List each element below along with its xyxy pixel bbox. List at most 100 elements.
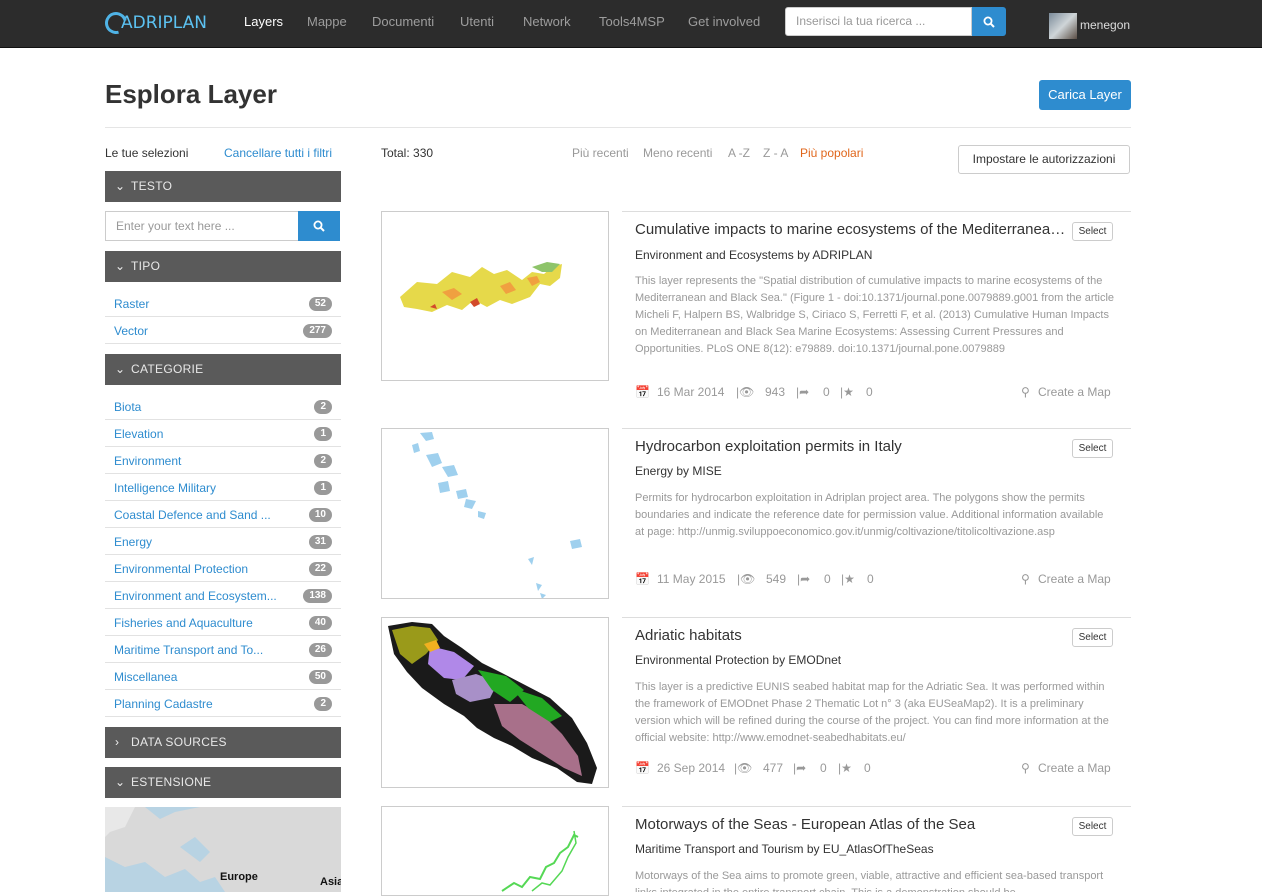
sort-popular[interactable]: Più popolari — [800, 146, 863, 160]
sort-newest[interactable]: Più recenti — [572, 146, 629, 160]
facet-item-category[interactable]: Intelligence Military 1 — [105, 474, 341, 501]
share-icon: |➦ — [796, 385, 810, 399]
layer-thumbnail[interactable] — [381, 806, 609, 896]
nav-get-involved[interactable]: Get involved — [688, 14, 760, 29]
search-input[interactable]: Inserisci la tua ricerca ... — [785, 7, 972, 36]
facet-text-header[interactable]: ⌄ TESTO — [105, 171, 341, 202]
card-divider — [622, 806, 1131, 807]
facet-item-category[interactable]: Fisheries and Aquaculture 40 — [105, 609, 341, 636]
map-label-europe: Europe — [220, 871, 258, 883]
facet-item-category[interactable]: Environmental Protection 22 — [105, 555, 341, 582]
facet-item-category[interactable]: Planning Cadastre 2 — [105, 690, 341, 717]
star-icon: |★ — [841, 572, 855, 586]
nav-utenti[interactable]: Utenti — [460, 14, 494, 29]
layer-shares: 0 — [824, 572, 831, 586]
map-label-asia: Asia — [320, 876, 341, 888]
facet-item-category[interactable]: Environment and Ecosystem... 138 — [105, 582, 341, 609]
select-button[interactable]: Select — [1072, 817, 1113, 836]
clear-filters-link[interactable]: Cancellare tutti i filtri — [224, 146, 332, 160]
facet-category-header[interactable]: ⌄ CATEGORIE — [105, 354, 341, 385]
facet-sources-header[interactable]: › DATA SOURCES — [105, 727, 341, 758]
facet-item-category[interactable]: Elevation 1 — [105, 420, 341, 447]
layer-description: Motorways of the Sea aims to promote gre… — [635, 870, 1104, 892]
facet-item-label: Miscellanea — [114, 670, 178, 684]
selections-label: Le tue selezioni — [105, 146, 189, 160]
layer-rating: 0 — [866, 385, 873, 399]
facet-extent-header[interactable]: ⌄ ESTENSIONE — [105, 767, 341, 798]
facet-item-category[interactable]: Energy 31 — [105, 528, 341, 555]
facet-item-category[interactable]: Environment 2 — [105, 447, 341, 474]
adriplan-logo[interactable]: ADRIPLAN — [100, 7, 207, 39]
layer-rating: 0 — [867, 572, 874, 586]
card-divider — [622, 211, 1131, 212]
nav-documenti[interactable]: Documenti — [372, 14, 434, 29]
nav-tools4msp[interactable]: Tools4MSP — [599, 14, 665, 29]
facet-item-label: Environment and Ecosystem... — [114, 589, 277, 603]
layer-title[interactable]: Motorways of the Seas - European Atlas o… — [635, 816, 1072, 833]
facet-type-header[interactable]: ⌄ TIPO — [105, 251, 341, 282]
layer-thumbnail[interactable] — [381, 617, 609, 788]
nav-layers[interactable]: Layers — [244, 14, 283, 29]
facet-item-label: Energy — [114, 535, 153, 549]
card-divider — [622, 617, 1131, 618]
layer-description: Permits for hydrocarbon exploitation in … — [635, 492, 1104, 538]
map-marker-icon: ⚲ — [1021, 761, 1030, 775]
layer-meta: 📅 16 Mar 2014 |👁 943 |➦ 0 |★ 0 ⚲ Create … — [635, 385, 1115, 401]
layer-meta: 📅 11 May 2015 |👁 549 |➦ 0 |★ 0 ⚲ Create … — [635, 572, 1115, 588]
text-filter-input[interactable]: Enter your text here ... — [105, 211, 299, 241]
map-marker-icon: ⚲ — [1021, 385, 1030, 399]
layer-subtitle: Maritime Transport and Tourism by EU_Atl… — [635, 842, 934, 856]
facet-item-label: Environmental Protection — [114, 562, 249, 576]
layer-views: 477 — [763, 761, 784, 775]
sort-oldest[interactable]: Meno recenti — [643, 146, 712, 160]
count-badge: 2 — [314, 454, 332, 468]
facet-item-category[interactable]: Maritime Transport and To... 26 — [105, 636, 341, 663]
nav-network[interactable]: Network — [523, 14, 571, 29]
chevron-down-icon: ⌄ — [115, 775, 126, 789]
facet-item-category[interactable]: Biota 2 — [105, 393, 341, 420]
facet-item-category[interactable]: Miscellanea 50 — [105, 663, 341, 690]
select-button[interactable]: Select — [1072, 222, 1113, 241]
layer-subtitle: Environmental Protection by EMODnet — [635, 653, 842, 667]
layer-thumbnail[interactable] — [381, 428, 609, 599]
sort-z-a[interactable]: Z - A — [763, 146, 788, 160]
facet-item-vector[interactable]: Vector 277 — [105, 317, 341, 344]
nav-mappe[interactable]: Mappe — [307, 14, 347, 29]
avatar[interactable] — [1049, 13, 1077, 39]
count-badge: 52 — [308, 297, 332, 311]
upload-layer-button[interactable]: Carica Layer — [1039, 80, 1131, 110]
chevron-down-icon: ⌄ — [115, 179, 126, 193]
views-icon: |👁 — [736, 385, 755, 399]
facet-category-label: CATEGORIE — [131, 362, 204, 376]
star-icon: |★ — [840, 385, 854, 399]
facet-item-label: Coastal Defence and Sand ... — [114, 508, 271, 522]
facet-item-label: Planning Cadastre — [114, 697, 213, 711]
create-map-link[interactable]: Create a Map — [1038, 572, 1111, 586]
select-button[interactable]: Select — [1072, 439, 1113, 458]
facet-item-label: Biota — [114, 400, 142, 414]
search-button[interactable] — [972, 7, 1006, 36]
facet-item-raster[interactable]: Raster 52 — [105, 290, 341, 317]
map-marker-icon: ⚲ — [1021, 572, 1030, 586]
extent-map[interactable]: Europe Asia — [105, 807, 341, 892]
layer-title[interactable]: Adriatic habitats — [635, 627, 1072, 644]
layer-title[interactable]: Hydrocarbon exploitation permits in Ital… — [635, 438, 1072, 455]
layer-thumbnail[interactable] — [381, 211, 609, 381]
set-permissions-button[interactable]: Impostare le autorizzazioni — [958, 145, 1130, 174]
username[interactable]: menegon — [1080, 18, 1130, 32]
create-map-link[interactable]: Create a Map — [1038, 761, 1111, 775]
text-filter-button[interactable] — [298, 211, 340, 241]
facet-extent-label: ESTENSIONE — [131, 775, 212, 789]
facet-sources-label: DATA SOURCES — [131, 735, 227, 749]
select-button[interactable]: Select — [1072, 628, 1113, 647]
header-divider — [105, 127, 1131, 128]
create-map-link[interactable]: Create a Map — [1038, 385, 1111, 399]
layer-title[interactable]: Cumulative impacts to marine ecosystems … — [635, 221, 1072, 238]
sort-a-z[interactable]: A -Z — [728, 146, 750, 160]
layer-date: 26 Sep 2014 — [657, 761, 726, 775]
facet-item-category[interactable]: Coastal Defence and Sand ... 10 — [105, 501, 341, 528]
count-badge: 40 — [308, 616, 332, 630]
star-icon: |★ — [838, 761, 852, 775]
count-badge: 2 — [314, 400, 332, 414]
facet-item-label: Fisheries and Aquaculture — [114, 616, 253, 630]
